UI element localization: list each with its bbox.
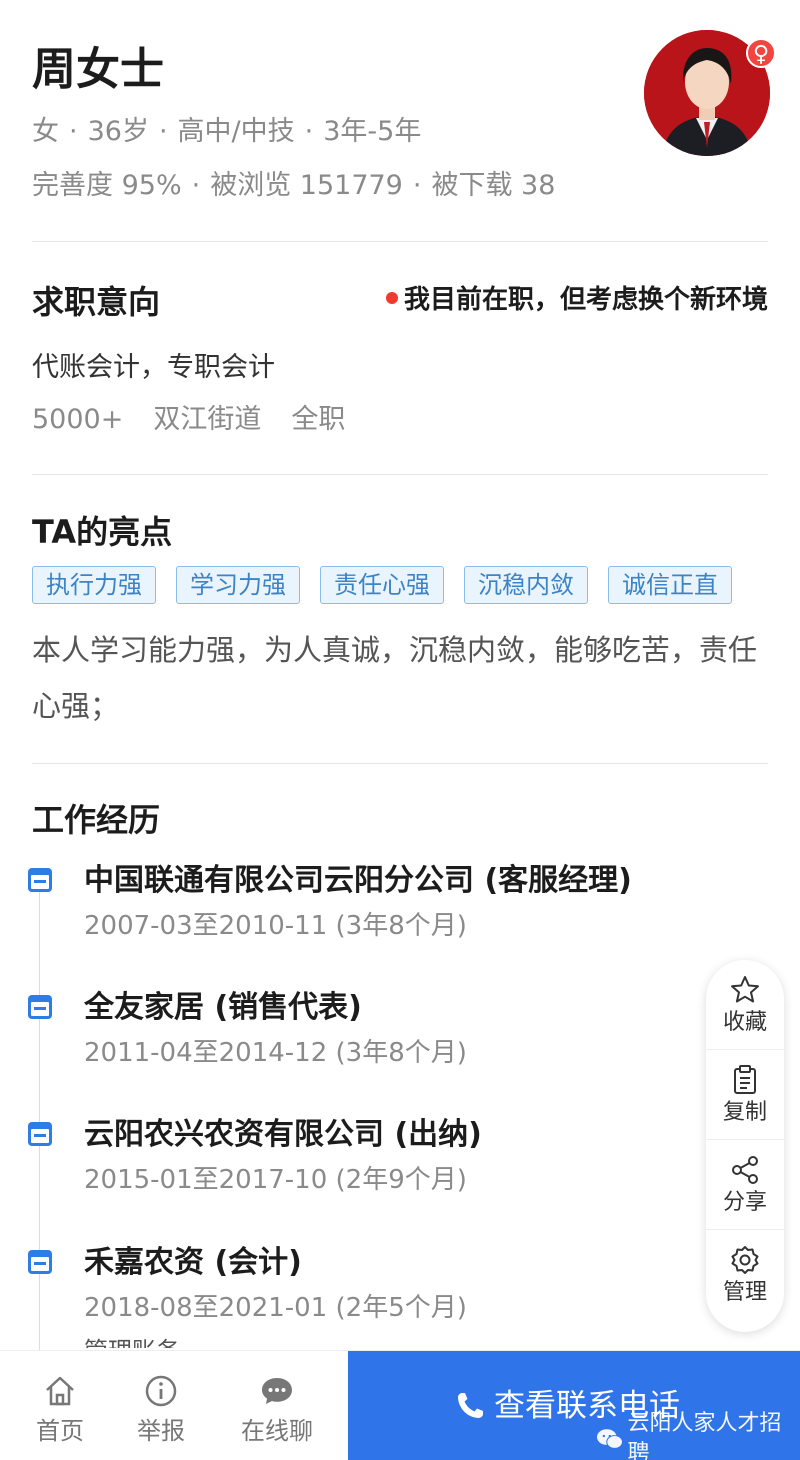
self-description: 本人学习能力强，为人真诚，沉稳内敛，能够吃苦，责任心强； [32, 633, 758, 723]
work-title: 禾嘉农资 (会计) [84, 1245, 302, 1280]
bottom-nav: 首页 举报 在线聊 查看联系电话 云阳人家人才招聘 [0, 1350, 800, 1460]
highlight-tag: 执行力强 [32, 566, 156, 604]
share-label: 分享 [722, 1189, 767, 1215]
star-icon [731, 975, 759, 1002]
profile-header: 周女士 女 · 36岁 · 高中/中技 · 3年-5年 完善度 95% · 被浏览 151779… [32, 40, 632, 208]
work-date: 2015-01至2017-10 (2年9个月) [84, 1165, 467, 1195]
desired-positions: 代账会计，专职会计 [32, 352, 275, 383]
work-title: 中国联通有限公司云阳分公司 (客服经理) [84, 863, 632, 898]
nav-report[interactable]: 举报 [111, 1373, 211, 1447]
highlight-tag: 学习力强 [176, 566, 300, 604]
highlight-tag: 沉稳内敛 [464, 566, 588, 604]
divider [32, 763, 768, 764]
info-icon [145, 1375, 177, 1407]
favorite-button[interactable]: 收藏 [706, 960, 784, 1050]
completeness: 完善度 95% [32, 170, 182, 201]
salary: 5000+ [32, 404, 124, 435]
job-status: 我目前在职，但考虑换个新环境 [385, 280, 768, 320]
work-item[interactable]: 禾嘉农资 (会计) 2018-08至2021-01 (2年5个月) 管理账务 [28, 1242, 708, 1348]
job-details: 5000+ 双江街道 全职 [32, 398, 375, 442]
calendar-icon [28, 995, 52, 1019]
work-title: 全友家居 (销售代表) [84, 990, 362, 1025]
work-title: 云阳农兴农资有限公司 (出纳) [84, 1117, 482, 1152]
job-status-text: 我目前在职，但考虑换个新环境 [403, 285, 768, 315]
age: 36岁 [87, 116, 149, 147]
profile-stats: 完善度 95% · 被浏览 151779 · 被下载 38 [32, 170, 556, 201]
home-icon [46, 1376, 74, 1406]
phone-icon [458, 1393, 483, 1418]
gear-icon [731, 1246, 759, 1274]
section-title-work: 工作经历 [32, 801, 161, 839]
work-item[interactable]: 全友家居 (销售代表) 2011-04至2014-12 (3年8个月) [28, 987, 708, 1073]
view-contact-button[interactable]: 查看联系电话 云阳人家人才招聘 [348, 1351, 800, 1460]
work-item[interactable]: 中国联通有限公司云阳分公司 (客服经理) 2007-03至2010-11 (3年… [28, 860, 708, 946]
nav-chat-label: 在线聊 [241, 1417, 313, 1445]
manage-button[interactable]: 管理 [706, 1230, 784, 1320]
calendar-icon [28, 1250, 52, 1274]
nav-chat[interactable]: 在线聊 [227, 1373, 327, 1447]
download-count: 被下载 38 [431, 170, 556, 201]
nav-home-label: 首页 [36, 1417, 84, 1445]
divider [32, 241, 768, 242]
job-type: 全职 [291, 404, 346, 435]
nav-report-label: 举报 [137, 1417, 185, 1445]
wechat-icon [596, 1429, 623, 1449]
manage-label: 管理 [722, 1280, 767, 1305]
work-date: 2007-03至2010-11 (3年8个月) [84, 911, 467, 941]
calendar-icon [28, 868, 52, 892]
watermark-text: 云阳人家人才招聘 [627, 1411, 782, 1460]
nav-home[interactable]: 首页 [10, 1373, 110, 1447]
view-count: 被浏览 151779 [210, 170, 403, 201]
highlight-tag: 责任心强 [320, 566, 444, 604]
share-button[interactable]: 分享 [706, 1140, 784, 1230]
share-icon [732, 1155, 758, 1184]
watermark: 云阳人家人才招聘 [596, 1409, 800, 1460]
clipboard-icon [734, 1064, 756, 1094]
divider [32, 474, 768, 475]
basic-info: 女 · 36岁 · 高中/中技 · 3年-5年 [32, 116, 422, 147]
section-title-highlights: TA的亮点 [32, 513, 173, 551]
work-item[interactable]: 云阳农兴农资有限公司 (出纳) 2015-01至2017-10 (2年9个月) [28, 1114, 708, 1200]
education: 高中/中技 [177, 116, 295, 147]
location: 双江街道 [153, 404, 262, 435]
floating-action-bar: 收藏 复制 分享 管理 [706, 960, 784, 1332]
highlight-tag: 诚信正直 [608, 566, 732, 604]
calendar-icon [28, 1122, 52, 1146]
status-dot-icon [385, 291, 398, 304]
highlight-tags: 执行力强 学习力强 责任心强 沉稳内敛 诚信正直 [32, 566, 732, 604]
copy-label: 复制 [722, 1099, 767, 1125]
work-date: 2011-04至2014-12 (3年8个月) [84, 1038, 467, 1068]
work-date: 2018-08至2021-01 (2年5个月) [84, 1293, 467, 1323]
female-icon: ♀ [746, 38, 776, 68]
copy-button[interactable]: 复制 [706, 1050, 784, 1140]
experience: 3年-5年 [323, 116, 422, 147]
section-title-intent: 求职意向 [32, 283, 161, 321]
gender: 女 [32, 116, 59, 147]
work-description: 管理账务 [84, 1336, 708, 1348]
candidate-name: 周女士 [32, 44, 164, 95]
chat-icon [262, 1378, 292, 1404]
favorite-label: 收藏 [722, 1009, 767, 1035]
